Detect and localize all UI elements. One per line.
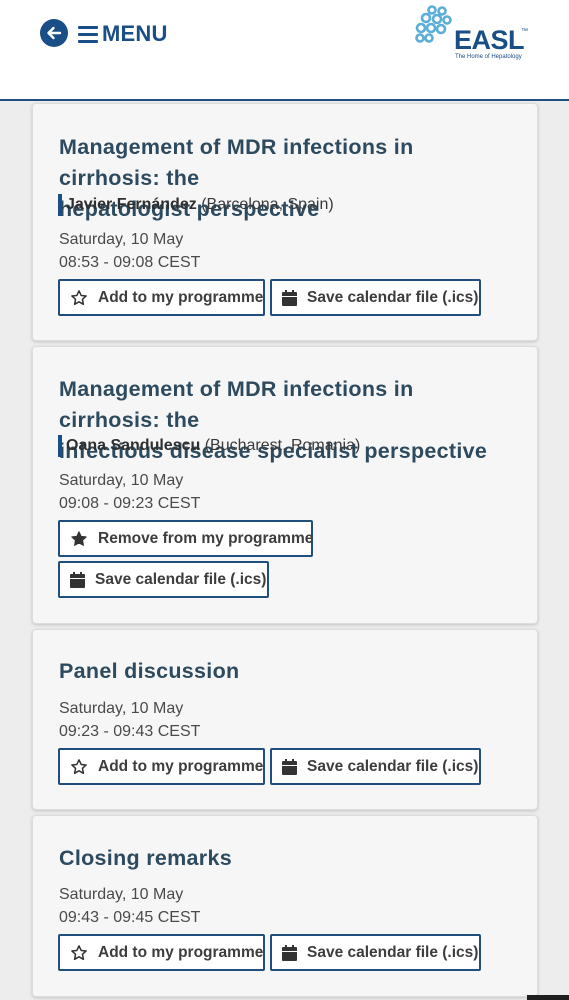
session-card: Panel discussion Saturday, 10 May 09:23 … bbox=[32, 629, 538, 810]
star-outline-icon bbox=[70, 944, 88, 962]
calendar-icon bbox=[282, 944, 297, 961]
add-to-programme-button[interactable]: Add to my programme bbox=[58, 748, 265, 785]
top-header: MENU EASL ™ The Home of Hepatology bbox=[0, 0, 569, 101]
back-button[interactable] bbox=[40, 19, 68, 47]
add-to-programme-label: Add to my programme bbox=[98, 288, 264, 306]
easl-logo[interactable]: EASL ™ The Home of Hepatology bbox=[414, 4, 530, 64]
speaker: Oana Sandulescu (Bucharest, Romania) bbox=[58, 435, 360, 457]
session-date: Saturday, 10 May bbox=[59, 231, 184, 248]
session-title[interactable]: Panel discussion bbox=[59, 656, 519, 687]
save-calendar-label: Save calendar file (.ics) bbox=[307, 288, 479, 306]
star-outline-icon bbox=[70, 758, 88, 776]
session-card: Management of MDR infections in cirrhosi… bbox=[32, 346, 538, 624]
speaker-location: (Barcelona, Spain) bbox=[201, 196, 334, 213]
session-time: 09:08 - 09:23 CEST bbox=[59, 495, 201, 512]
session-date: Saturday, 10 May bbox=[59, 472, 184, 489]
save-calendar-button[interactable]: Save calendar file (.ics) bbox=[58, 561, 269, 598]
session-time: 09:43 - 09:45 CEST bbox=[59, 909, 201, 926]
arrow-left-icon bbox=[47, 26, 62, 40]
save-calendar-label: Save calendar file (.ics) bbox=[307, 943, 479, 961]
calendar-icon bbox=[70, 571, 85, 588]
save-calendar-button[interactable]: Save calendar file (.ics) bbox=[270, 748, 481, 785]
session-card: Closing remarks Saturday, 10 May 09:43 -… bbox=[32, 815, 538, 997]
save-calendar-label: Save calendar file (.ics) bbox=[307, 757, 479, 775]
add-to-programme-button[interactable]: Add to my programme bbox=[58, 934, 265, 971]
logo-trademark: ™ bbox=[521, 28, 528, 35]
save-calendar-label: Save calendar file (.ics) bbox=[95, 570, 267, 588]
logo-tagline: The Home of Hepatology bbox=[455, 54, 522, 60]
save-calendar-button[interactable]: Save calendar file (.ics) bbox=[270, 279, 481, 316]
speaker: Javier Fernández (Barcelona, Spain) bbox=[58, 194, 334, 216]
speaker-location: (Bucharest, Romania) bbox=[204, 437, 361, 454]
session-date: Saturday, 10 May bbox=[59, 886, 184, 903]
remove-from-programme-label: Remove from my programme bbox=[98, 529, 314, 547]
star-outline-icon bbox=[70, 289, 88, 307]
calendar-icon bbox=[282, 289, 297, 306]
speaker-name: Javier Fernández bbox=[66, 196, 197, 213]
remove-from-programme-button[interactable]: Remove from my programme bbox=[58, 520, 313, 557]
add-to-programme-label: Add to my programme bbox=[98, 943, 264, 961]
menu-label[interactable]: MENU bbox=[102, 21, 168, 47]
add-to-programme-button[interactable]: Add to my programme bbox=[58, 279, 265, 316]
star-filled-icon bbox=[70, 530, 88, 548]
session-time: 08:53 - 09:08 CEST bbox=[59, 254, 201, 271]
session-title[interactable]: Closing remarks bbox=[59, 843, 519, 874]
session-card: Management of MDR infections in cirrhosi… bbox=[32, 103, 538, 341]
save-calendar-button[interactable]: Save calendar file (.ics) bbox=[270, 934, 481, 971]
add-to-programme-label: Add to my programme bbox=[98, 757, 264, 775]
calendar-icon bbox=[282, 758, 297, 775]
logo-text: EASL bbox=[454, 25, 525, 55]
speaker-name: Oana Sandulescu bbox=[66, 437, 201, 454]
hamburger-icon[interactable] bbox=[78, 26, 98, 43]
session-date: Saturday, 10 May bbox=[59, 700, 184, 717]
session-time: 09:23 - 09:43 CEST bbox=[59, 723, 201, 740]
scrollbar-thumb[interactable] bbox=[527, 995, 569, 1000]
